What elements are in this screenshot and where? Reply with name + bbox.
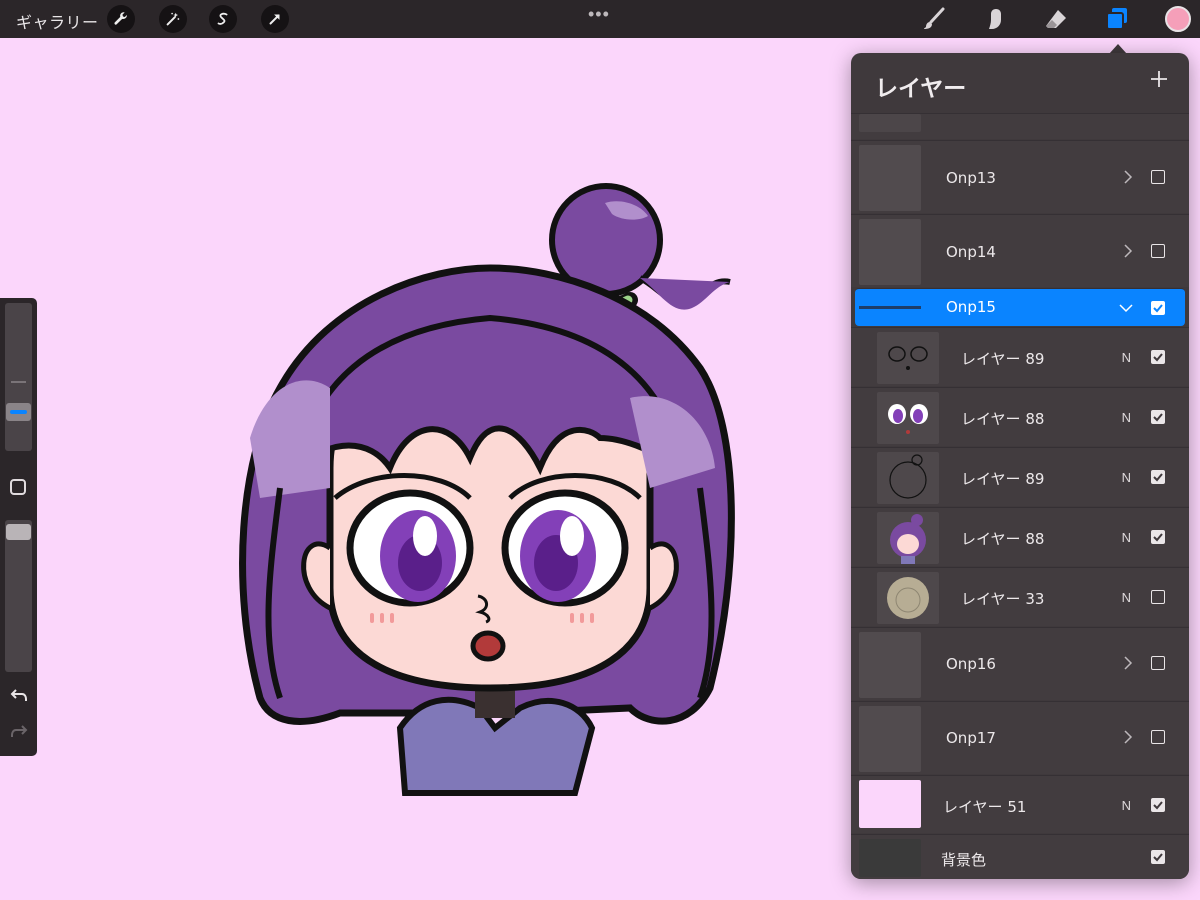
layer-thumbnail [877,332,939,384]
chevron-right-icon[interactable] [1122,244,1134,258]
layer-thumbnail [877,452,939,504]
layer-name: レイヤー 33 [961,590,1045,608]
color-picker-swatch[interactable] [1165,6,1191,32]
layer-group-onp16[interactable]: Onp16 [851,627,1189,700]
selection-s-icon[interactable] [209,5,237,33]
layer-group-onp15[interactable]: Onp15 [855,288,1185,326]
blend-mode-label[interactable]: N [1122,470,1131,485]
smudge-icon[interactable] [980,4,1010,34]
blend-mode-label[interactable]: N [1122,590,1131,605]
layer-thumbnail [877,572,939,624]
chevron-right-icon[interactable] [1122,656,1134,670]
group-thumbnail [859,306,921,309]
layer-name: Onp15 [946,298,996,316]
layers-icon[interactable] [1102,4,1132,34]
chevron-down-icon[interactable] [1119,301,1133,315]
redo-icon[interactable] [10,722,28,740]
character-illustration [239,183,735,796]
blend-mode-label[interactable]: N [1122,350,1131,365]
eraser-icon[interactable] [1041,4,1071,34]
brush-size-handle[interactable] [6,403,31,421]
group-thumbnail [859,632,921,698]
group-thumbnail [859,145,921,211]
layer-row-88-b[interactable]: レイヤー 88 N [851,507,1189,566]
layer-row-89-b[interactable]: レイヤー 89 N [851,447,1189,506]
chevron-right-icon[interactable] [1122,730,1134,744]
layer-name: Onp16 [946,655,996,673]
magic-wand-icon[interactable] [159,5,187,33]
visibility-checkbox[interactable] [1151,850,1165,864]
layer-name: Onp14 [946,243,996,261]
layer-thumbnail [859,780,921,828]
layers-panel-title: レイヤー [875,76,967,102]
brush-icon[interactable] [919,4,949,34]
top-toolbar: ギャラリー ••• [0,0,1200,38]
opacity-slider[interactable] [5,520,32,672]
layer-row-51[interactable]: レイヤー 51 N [851,775,1189,833]
visibility-checkbox[interactable] [1151,350,1165,364]
visibility-checkbox[interactable] [1151,170,1165,184]
layer-name: レイヤー 88 [961,530,1045,548]
modify-button[interactable] [10,479,26,495]
visibility-checkbox[interactable] [1151,656,1165,670]
layers-panel: レイヤー Onp13 Onp14 Onp15 レイヤー 89 N レイヤー 88… [851,53,1189,879]
layer-group-onp14[interactable]: Onp14 [851,214,1189,287]
layer-group-onp17[interactable]: Onp17 [851,701,1189,774]
gallery-button[interactable]: ギャラリー [16,9,99,33]
layer-row-partial[interactable] [851,113,1189,139]
layer-row-89-a[interactable]: レイヤー 89 N [851,327,1189,386]
brush-size-slider[interactable] [5,303,32,451]
layer-row-33[interactable]: レイヤー 33 N [851,567,1189,626]
layer-name: 背景色 [941,851,987,869]
layer-group-onp13[interactable]: Onp13 [851,140,1189,213]
blend-mode-label[interactable]: N [1122,530,1131,545]
layer-name: Onp17 [946,729,996,747]
opacity-handle[interactable] [6,524,31,540]
more-dots[interactable]: ••• [588,4,610,25]
layer-name: レイヤー 89 [961,350,1045,368]
transform-arrow-icon[interactable] [261,5,289,33]
visibility-checkbox[interactable] [1151,410,1165,424]
layer-name: レイヤー 51 [943,798,1027,816]
layer-thumbnail [877,392,939,444]
visibility-checkbox[interactable] [1151,530,1165,544]
visibility-checkbox[interactable] [1151,798,1165,812]
chevron-right-icon[interactable] [1122,170,1134,184]
group-thumbnail [859,219,921,285]
group-thumbnail [859,706,921,772]
blend-mode-label[interactable]: N [1122,410,1131,425]
background-color-swatch [859,839,921,877]
visibility-checkbox[interactable] [1151,470,1165,484]
layer-name: レイヤー 89 [961,470,1045,488]
visibility-checkbox[interactable] [1151,301,1165,315]
undo-icon[interactable] [10,686,28,704]
visibility-checkbox[interactable] [1151,590,1165,604]
blend-mode-label[interactable]: N [1122,798,1131,813]
layer-row-88-a[interactable]: レイヤー 88 N [851,387,1189,446]
layer-thumbnail [877,512,939,564]
add-layer-icon[interactable] [1149,69,1169,89]
wrench-icon[interactable] [107,5,135,33]
layer-row-background[interactable]: 背景色 [851,834,1189,879]
layer-name: レイヤー 88 [961,410,1045,428]
layer-thumbnail [859,114,921,132]
visibility-checkbox[interactable] [1151,244,1165,258]
visibility-checkbox[interactable] [1151,730,1165,744]
left-sidebar [0,298,37,756]
layer-name: Onp13 [946,169,996,187]
